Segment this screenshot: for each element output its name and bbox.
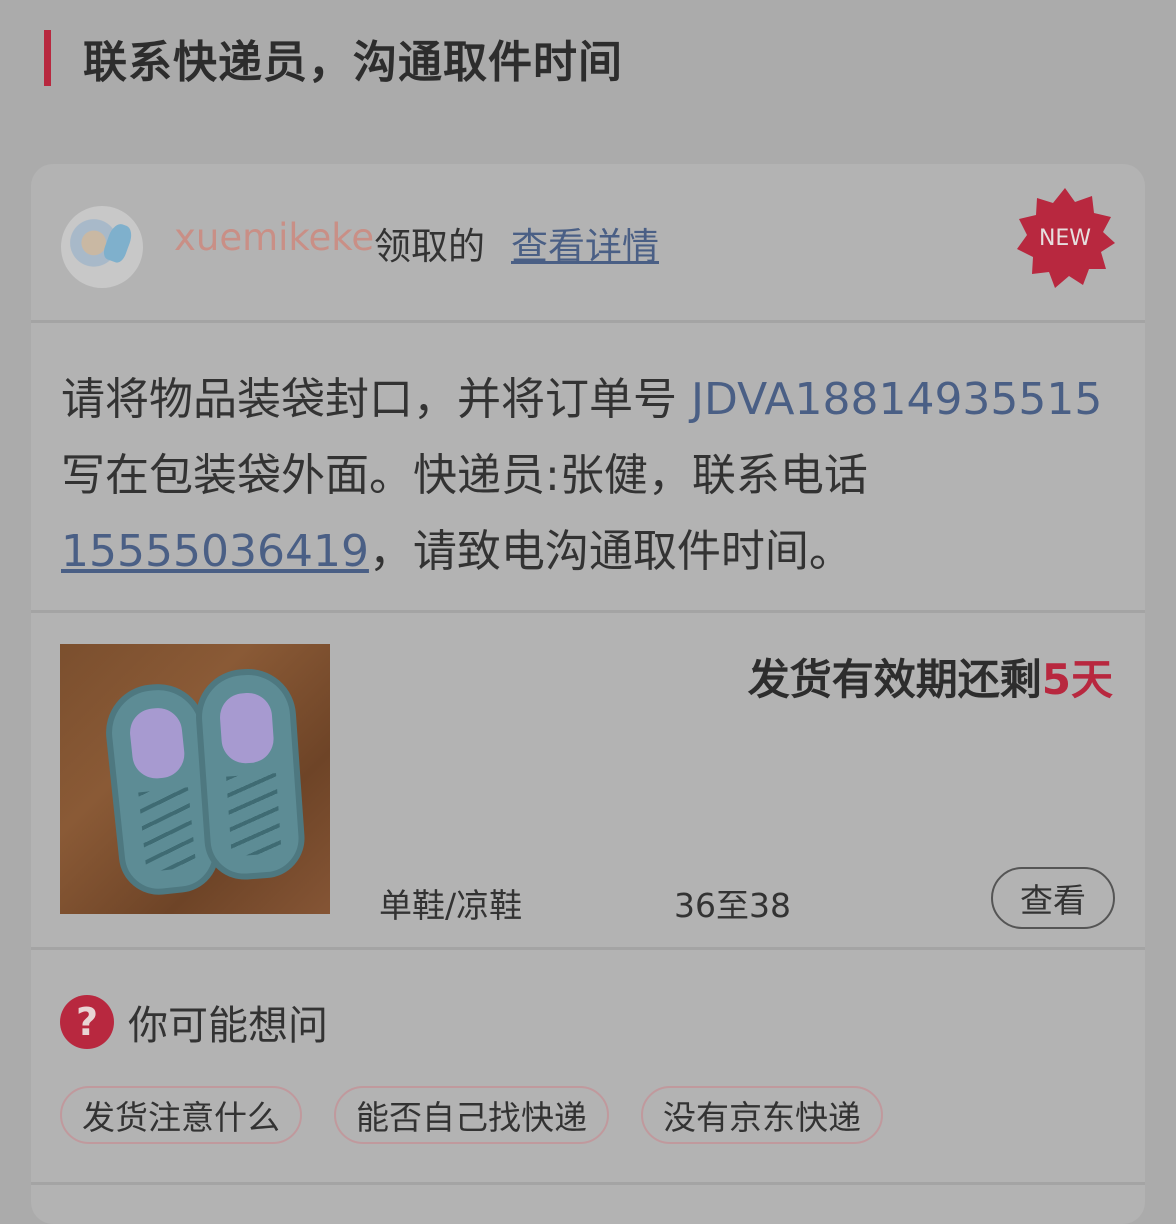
faq-title: 你可能想问 <box>128 1003 328 1049</box>
new-badge-text: NEW <box>1039 226 1091 251</box>
product-size: 36至38 <box>674 886 791 925</box>
pickup-card: xuemikeke 领取的 查看详情 NEW 请将物品装袋封口，并将订单号 JD… <box>31 164 1145 1224</box>
user-row: xuemikeke 领取的 查看详情 NEW <box>31 164 1145 320</box>
ship-deadline: 发货有效期还剩5天 <box>748 646 1113 707</box>
faq-chips: 发货注意什么 能否自己找快递 没有京东快递 <box>60 1086 883 1144</box>
product-category: 单鞋/凉鞋 <box>379 886 523 925</box>
avatar[interactable] <box>61 206 143 288</box>
faq-chip[interactable]: 没有京东快递 <box>641 1086 883 1144</box>
faq-chip[interactable]: 发货注意什么 <box>60 1086 302 1144</box>
view-details-link[interactable]: 查看详情 <box>511 216 659 270</box>
order-number: JDVA18814935515 <box>691 374 1103 425</box>
view-button[interactable]: 查看 <box>991 867 1115 929</box>
faq-chip[interactable]: 能否自己找快递 <box>334 1086 609 1144</box>
accent-bar <box>44 30 51 86</box>
username[interactable]: xuemikeke <box>174 216 374 259</box>
divider <box>31 1182 1145 1185</box>
question-circle-icon: ? <box>60 995 114 1049</box>
section-title: 联系快递员，沟通取件时间 <box>83 37 623 88</box>
product-image[interactable] <box>60 644 330 914</box>
message-text: ，请致电沟通取件时间。 <box>368 526 853 577</box>
deadline-label: 发货有效期还剩 <box>747 655 1042 704</box>
shipping-instructions: 请将物品装袋封口，并将订单号 JDVA18814935515 写在包装袋外面。快… <box>61 362 1117 590</box>
faq-header: ? 你可能想问 <box>60 994 328 1050</box>
new-badge: NEW <box>1017 188 1115 288</box>
received-label: 领取的 <box>374 225 485 268</box>
courier-phone-link[interactable]: 15555036419 <box>61 526 369 577</box>
section-header: 联系快递员，沟通取件时间 <box>44 30 623 88</box>
message-text: 请将物品装袋封口，并将订单号 <box>61 374 691 425</box>
divider <box>31 947 1145 950</box>
message-text: 写在包装袋外面。快递员:张健，联系电话 <box>61 450 868 501</box>
deadline-days: 5天 <box>1041 655 1113 704</box>
divider <box>31 610 1145 613</box>
divider <box>31 320 1145 323</box>
